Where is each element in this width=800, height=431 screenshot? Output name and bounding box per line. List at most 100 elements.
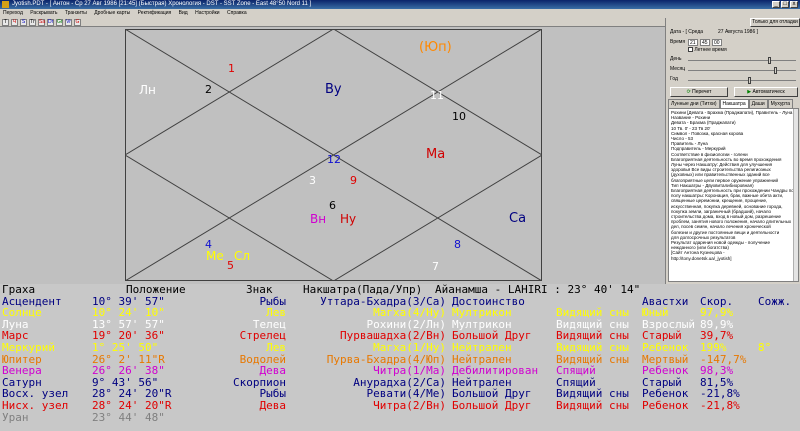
maximize-button[interactable]: □ xyxy=(781,1,789,8)
refresh-icon: ⟳ xyxy=(686,89,691,95)
cell-state: Ребенок xyxy=(642,399,689,412)
vertical-scrollbar[interactable] xyxy=(793,109,798,281)
cell-pos: 23° 44' 48" xyxy=(92,410,165,424)
tab-nakshatra[interactable]: Накшатра xyxy=(719,99,749,108)
play-icon: ▶ xyxy=(747,89,752,95)
toolbar-button[interactable]: Tr xyxy=(29,19,36,26)
tab-lunar-days[interactable]: Лунные дни (Титхи) xyxy=(668,99,720,108)
toolbar-button[interactable]: Sa xyxy=(38,19,45,26)
day-slider-knob[interactable] xyxy=(768,57,771,64)
date-value: 27 Августа 1986 ] xyxy=(718,29,759,35)
house-number: 10 xyxy=(452,110,466,123)
menu-item[interactable]: Справка xyxy=(227,10,247,16)
planet-label: Сл xyxy=(234,249,251,263)
cell-speed: 8° xyxy=(758,341,772,354)
cell-avastha: Видящий сны xyxy=(556,399,629,412)
year-label: Год xyxy=(670,76,678,82)
right-panel: Только для отладки Дата - [ Среда 27 Авг… xyxy=(665,18,800,284)
menu-item[interactable]: Дробные карты xyxy=(94,10,130,16)
cell-state: Ребенок xyxy=(642,341,689,354)
planet-label: Ме xyxy=(206,249,224,263)
time-label: Время xyxy=(670,39,686,45)
cell-pos: 28° 24' 20"R xyxy=(92,399,172,412)
house-number: 5 xyxy=(227,259,234,272)
hour-field[interactable]: 21 xyxy=(688,39,698,46)
planet-label: Ву xyxy=(325,82,342,97)
house-number: 2 xyxy=(205,83,212,96)
cell-age: -21,8% xyxy=(700,399,740,412)
nakshatra-line: http://tony.donetsk.ua/_jyotish] xyxy=(671,255,732,261)
cell-avastha: Видящий сны xyxy=(556,341,629,354)
planet-table: Граха Положение Знак Накшатра(Пада/Упр) … xyxy=(0,284,800,431)
table-header: Граха Положение Знак Накшатра(Пада/Упр) … xyxy=(0,284,800,296)
table-row[interactable]: Нисх. узел 28° 24' 20"R Дева Читра(2/Вн) Бол… xyxy=(0,400,800,412)
month-label: Месяц xyxy=(670,66,686,72)
day-slider[interactable] xyxy=(688,57,796,65)
cell-sign: Дева xyxy=(259,399,287,412)
cell-status: Большой Друг xyxy=(452,399,532,412)
year-slider[interactable] xyxy=(688,77,796,85)
menu-item[interactable]: Транзиты xyxy=(65,10,87,16)
planet-label: Лн xyxy=(139,83,156,97)
dst-checkbox-row[interactable]: Летнее время xyxy=(688,47,727,54)
debug-button[interactable]: Только для отладки xyxy=(750,18,800,27)
second-field[interactable]: 00 xyxy=(712,39,722,46)
year-slider-knob[interactable] xyxy=(748,77,751,84)
table-row[interactable]: Уран 23° 44' 48" xyxy=(0,410,800,424)
cell-graha: Меркурий xyxy=(2,341,55,354)
nakshatra-lines: Рохини [Девата - Брахма (Праджапати), Пр… xyxy=(671,110,796,261)
menu-bar: Переход Раскрывать Транзиты Дробные карт… xyxy=(0,9,800,18)
menu-item[interactable]: Настройки xyxy=(195,10,220,16)
toolbar-button[interactable]: Ч xyxy=(11,19,18,26)
month-slider-knob[interactable] xyxy=(774,67,777,74)
tab-muhurta[interactable]: Мухурта xyxy=(767,99,793,108)
house-number: 9 xyxy=(350,174,357,187)
recalculate-button[interactable]: ⟳ Перечет xyxy=(670,87,728,97)
planet-label: Вн xyxy=(310,212,327,226)
col-ayanamsha: Айанамша - LAHIRI : 23° 40' 14" xyxy=(435,283,641,296)
day-label: День xyxy=(670,56,682,62)
col-sign: Знак xyxy=(246,283,273,296)
menu-item[interactable]: Переход xyxy=(3,10,23,16)
month-slider[interactable] xyxy=(688,67,796,75)
toolbar-button[interactable]: Gr xyxy=(56,19,63,26)
cell-nak: Читра(2/Вн) xyxy=(373,399,446,412)
cell-sign: Лев xyxy=(266,341,286,354)
cell-nak: Магха(1/Ну) xyxy=(373,341,446,354)
close-button[interactable]: x xyxy=(790,1,798,8)
window-title: Jyotish.PDT - [ Антон - Ср 27 Авг 1986 [… xyxy=(12,1,312,7)
table-row[interactable]: Меркурий 1° 25' 50" Лев Магха(1/Ну) Нейтрале… xyxy=(0,342,800,354)
cell-speed: Сожж. xyxy=(758,294,792,308)
cell-age: 199% xyxy=(700,341,727,354)
dst-label: Летнее время xyxy=(694,47,727,53)
auto-button[interactable]: ▶ Автоматическ xyxy=(734,87,798,97)
toolbar-button[interactable]: S xyxy=(20,19,27,26)
col-graha: Граха xyxy=(2,283,36,296)
cell-graha: Нисх. узел xyxy=(2,399,69,412)
planet-label: Са xyxy=(509,211,527,226)
menu-item[interactable]: Ректификация xyxy=(138,10,172,16)
toolbar-button[interactable]: Vr xyxy=(65,19,72,26)
tab-dashi[interactable]: Даши xyxy=(748,99,768,108)
toolbar-button[interactable]: G xyxy=(74,19,81,26)
menu-item[interactable]: Вид xyxy=(179,10,188,16)
dst-checkbox[interactable] xyxy=(688,47,693,53)
house-number: 6 xyxy=(329,199,336,212)
planet-label: Ну xyxy=(340,212,357,226)
title-bar: Jyotish.PDT - [ Антон - Ср 27 Авг 1986 [… xyxy=(0,0,800,9)
toolbar-button[interactable]: Dr xyxy=(47,19,54,26)
cell-status: Нейтрален xyxy=(452,341,512,354)
chart-pane: 1 2 3 4 5 6 7 8 9 10 11 12 Лн Ву (Юп) Ма… xyxy=(0,27,665,284)
house-number: 3 xyxy=(309,174,316,187)
minute-field[interactable]: 45 xyxy=(700,39,710,46)
house-number: 7 xyxy=(432,260,439,273)
house-number: 11 xyxy=(430,89,444,102)
minimize-button[interactable]: _ xyxy=(772,1,780,8)
cell-graha: Уран xyxy=(2,410,29,424)
menu-item[interactable]: Раскрывать xyxy=(30,10,57,16)
date-label: Дата - [ Среда xyxy=(670,29,704,35)
info-tabs: Лунные дни (Титхи) Накшатра Даши Мухурта xyxy=(668,99,799,108)
col-nakshatra: Накшатра(Пада/Упр) xyxy=(303,283,423,296)
house-number: 8 xyxy=(454,238,461,251)
toolbar-button[interactable]: T xyxy=(2,19,9,26)
